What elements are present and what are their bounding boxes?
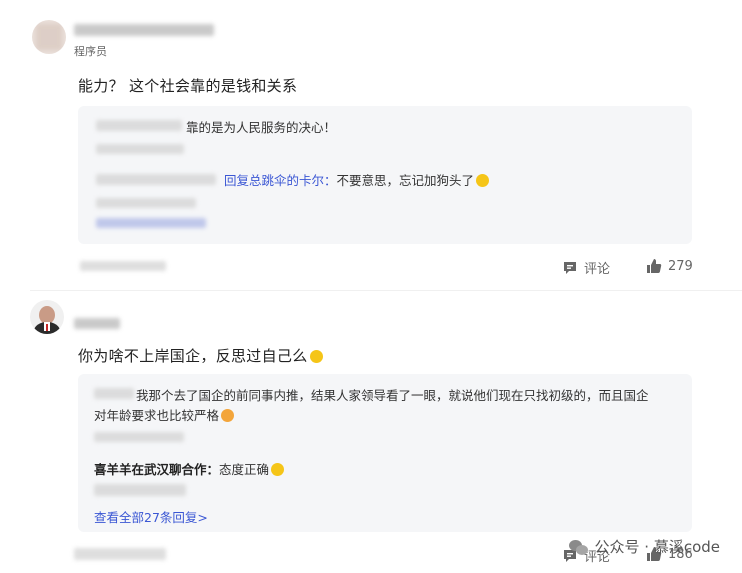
username-blurred[interactable]	[74, 24, 214, 36]
comment-text: 能力？ 这个社会靠的是钱和关系	[78, 77, 298, 95]
comment-time-blurred	[80, 261, 166, 271]
reply-text-line2: 对年龄要求也比较严格	[94, 405, 235, 424]
reply-label: 评论	[584, 262, 611, 277]
reply-time-blurred	[94, 484, 186, 496]
comment-time-blurred	[74, 548, 166, 560]
thumbs-up-icon	[647, 259, 662, 273]
avatar[interactable]	[32, 20, 66, 54]
like-count: 279	[668, 258, 693, 274]
divider	[30, 290, 742, 291]
comment-text: 你为啥不上岸国企，反思过自己么	[78, 345, 323, 366]
doge-emoji-icon	[476, 174, 490, 187]
comment-icon	[564, 261, 576, 274]
emoji-icon	[309, 350, 323, 363]
reply-author[interactable]: 喜羊羊在武汉聊合作：	[94, 462, 219, 477]
reply-line: 喜羊羊在武汉聊合作：态度正确	[94, 459, 285, 478]
reply-to-link[interactable]: 回复总跳伞的卡尔：	[224, 173, 337, 188]
username-blurred[interactable]	[74, 318, 120, 329]
wechat-logo-icon	[568, 538, 589, 556]
reply-time-blurred	[96, 144, 184, 154]
reply-button[interactable]: 评论	[562, 258, 610, 277]
user-title: 程序员	[74, 45, 107, 58]
reply-text-line1: 我那个去了国企的前同事内推，结果人家领导看了一眼，就说他们现在只找初级的，而且国…	[136, 388, 649, 403]
reply-link-blurred[interactable]	[96, 218, 206, 228]
reply-line: 回复总跳伞的卡尔：不要意思，忘记加狗头了	[224, 170, 490, 189]
watermark-text: 公众号 · 慕溪code	[594, 538, 720, 556]
reply-author-blurred	[96, 120, 182, 131]
reply-box: 靠的是为人民服务的决心！ 回复总跳伞的卡尔：不要意思，忘记加狗头了	[78, 106, 692, 244]
reply-time-blurred	[96, 198, 196, 208]
reply-text: 不要意思，忘记加狗头了	[336, 173, 475, 188]
reply-author-blurred	[94, 388, 134, 399]
watermark: 公众号 · 慕溪code	[568, 536, 720, 557]
emoji-icon	[221, 409, 235, 422]
like-button[interactable]: 279	[646, 258, 693, 274]
view-all-replies-link[interactable]: 查看全部27条回复>	[94, 507, 208, 526]
reply-time-blurred	[94, 432, 184, 442]
emoji-icon	[271, 463, 285, 476]
reply-text: 态度正确	[219, 462, 270, 477]
reply-author-blurred	[96, 174, 216, 185]
reply-box: 我那个去了国企的前同事内推，结果人家领导看了一眼，就说他们现在只找初级的，而且国…	[78, 374, 692, 532]
avatar[interactable]	[30, 300, 64, 334]
reply-text: 靠的是为人民服务的决心！	[186, 120, 337, 135]
